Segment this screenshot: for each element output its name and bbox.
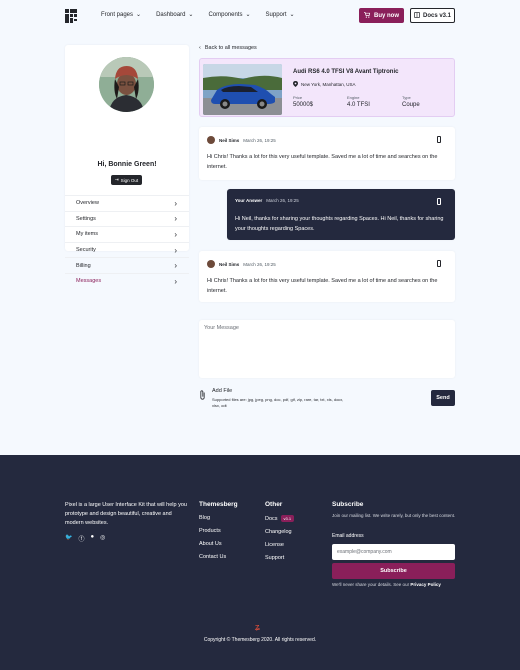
- chevron-right-icon: ›: [174, 276, 177, 286]
- sidebar-item-overview[interactable]: Overview ›: [65, 195, 189, 211]
- chevron-right-icon: ›: [174, 198, 177, 208]
- sidebar-item-settings[interactable]: Settings ›: [65, 210, 189, 227]
- github-icon[interactable]: ●: [91, 534, 95, 543]
- answer-card: Your Answer March 26, 19:25 Hi Neil, tha…: [227, 189, 455, 240]
- message-text: Hi Neil, thanks for sharing your thought…: [235, 216, 444, 232]
- message-card: Neil Sims March 26, 19:25 Hi Chris! Than…: [199, 251, 455, 302]
- greeting: Hi, Bonnie Green!: [97, 161, 157, 168]
- footer-link-blog[interactable]: Blog: [199, 515, 238, 521]
- email-label: Email address: [332, 533, 364, 539]
- send-button[interactable]: Send: [431, 390, 455, 406]
- avatar: [207, 260, 215, 268]
- message-placeholder: Your Message: [204, 325, 239, 331]
- footer-link-contact[interactable]: Contact Us: [199, 554, 238, 560]
- back-to-messages-link[interactable]: ‹ Back to all messages: [199, 45, 257, 51]
- cart-icon: [364, 11, 371, 20]
- footer-themesberg: Themesberg Blog Products About Us Contac…: [199, 501, 238, 560]
- docs-button[interactable]: Docs v3.1: [410, 8, 455, 23]
- top-navbar: Front pages ⌄ Dashboard ⌄ Components ⌄ Supp…: [0, 0, 520, 32]
- sidebar-item-messages[interactable]: Messages ›: [65, 272, 189, 289]
- chevron-right-icon: ›: [174, 245, 177, 255]
- copyright: Copyright © Themesberg 2020. All rights …: [203, 637, 317, 643]
- message-card: Neil Sims March 26, 19:25 Hi Chris! Than…: [199, 127, 455, 180]
- car-image: [203, 64, 282, 115]
- sign-out-button[interactable]: ⇥ Sign Out: [111, 175, 142, 185]
- map-pin-icon: [293, 81, 298, 88]
- avatar: [99, 57, 154, 112]
- footer: Pixel is a large User Interface Kit that…: [0, 455, 520, 670]
- footer-link-docs[interactable]: Docs v3.1: [265, 515, 295, 522]
- message-text: Hi Chris! Thanks a lot for this very use…: [207, 154, 438, 170]
- profile-sidebar: Hi, Bonnie Green! ⇥ Sign Out Overview › S…: [65, 45, 189, 286]
- themesberg-logo-icon: ʑ: [255, 622, 260, 632]
- chevron-right-icon: ›: [174, 214, 177, 224]
- subscribe-text: Join our mailing list. We write rarely, …: [332, 513, 456, 518]
- sign-out-icon: ⇥: [114, 177, 119, 182]
- facebook-icon[interactable]: ⓕ: [78, 534, 84, 543]
- avatar: [207, 136, 215, 144]
- book-icon: [414, 11, 420, 20]
- chevron-down-icon: ⌄: [188, 12, 194, 18]
- chevron-right-icon: ›: [174, 229, 177, 239]
- chevron-down-icon: ⌄: [289, 12, 295, 18]
- car-listing-card[interactable]: Audi RS6 4.0 TFSI V8 Avant Tiptronic New…: [199, 58, 455, 117]
- pixel-logo[interactable]: [65, 9, 77, 23]
- spec-price: Price 50000$: [293, 95, 314, 108]
- sidebar-item-billing[interactable]: Billing ›: [65, 257, 189, 273]
- add-file-label: Add File: [212, 388, 233, 394]
- phone-icon: [437, 198, 441, 205]
- footer-about: Pixel is a large User Interface Kit that…: [65, 502, 187, 526]
- supported-files-text: Supported files are: jpg, jpeg, png, doc…: [212, 397, 344, 408]
- phone-icon: [437, 260, 441, 267]
- privacy-policy-link[interactable]: Privacy Policy: [410, 582, 441, 587]
- email-input[interactable]: example@company.com: [332, 544, 455, 560]
- paperclip-icon: [199, 390, 206, 402]
- buy-now-button[interactable]: Buy now: [359, 8, 404, 23]
- chevron-right-icon: ›: [174, 261, 177, 271]
- footer-link-support[interactable]: Support: [265, 555, 294, 561]
- spec-type: Type Coupe: [402, 95, 420, 108]
- footer-link-license[interactable]: License: [265, 542, 294, 548]
- arrow-left-icon: ‹: [199, 45, 201, 51]
- nav-components[interactable]: Components ⌄: [208, 12, 250, 18]
- sidebar-item-security[interactable]: Security ›: [65, 241, 189, 258]
- dribbble-icon[interactable]: ◎: [100, 534, 105, 543]
- nav-links: Front pages ⌄ Dashboard ⌄ Components ⌄ Supp…: [101, 12, 295, 18]
- phone-icon: [437, 136, 441, 143]
- message-textarea[interactable]: Your Message: [199, 320, 455, 378]
- sidebar-menu: Overview › Settings › My items › Security › …: [65, 195, 189, 289]
- message-header: Your Answer March 26, 19:25: [235, 198, 299, 203]
- footer-other: Other Docs v3.1 Changelog License Support: [265, 501, 295, 568]
- nav-dashboard[interactable]: Dashboard ⌄: [156, 12, 193, 18]
- chevron-down-icon: ⌄: [136, 12, 142, 18]
- nav-support[interactable]: Support ⌄: [266, 12, 295, 18]
- subscribe-button[interactable]: Subscribe: [332, 563, 455, 579]
- version-badge: v3.1: [280, 515, 295, 522]
- footer-link-changelog[interactable]: Changelog: [265, 529, 294, 535]
- spec-engine: Engine 4.0 TFSI: [347, 95, 370, 108]
- chevron-down-icon: ⌄: [245, 12, 251, 18]
- social-links: 🐦 ⓕ ● ◎: [65, 534, 105, 543]
- car-location: New York, Manhattan, USA: [293, 81, 356, 88]
- footer-link-about[interactable]: About Us: [199, 541, 238, 547]
- footer-link-products[interactable]: Products: [199, 528, 238, 534]
- message-text: Hi Chris! Thanks a lot for this very use…: [207, 278, 438, 294]
- privacy-note: We'll never share your details. See our …: [332, 582, 441, 587]
- message-header: Neil Sims March 26, 19:25: [207, 136, 276, 144]
- twitter-icon[interactable]: 🐦: [65, 534, 72, 543]
- sidebar-item-my-items[interactable]: My items ›: [65, 226, 189, 242]
- message-header: Neil Sims March 26, 19:25: [207, 260, 276, 268]
- car-title: Audi RS6 4.0 TFSI V8 Avant Tiptronic: [293, 69, 399, 75]
- nav-front-pages[interactable]: Front pages ⌄: [101, 12, 141, 18]
